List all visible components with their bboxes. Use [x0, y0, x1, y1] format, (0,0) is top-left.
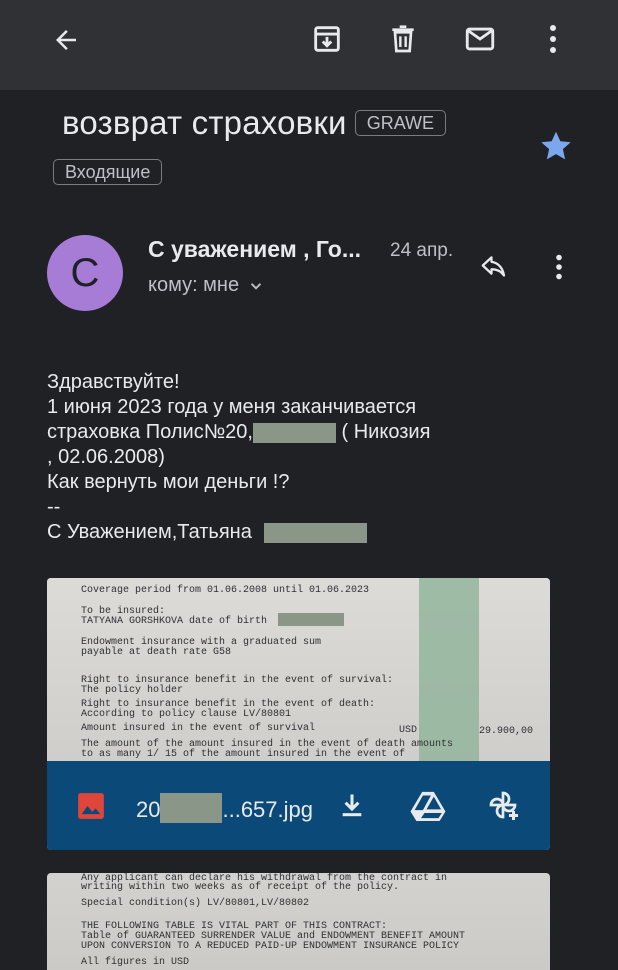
reply-button[interactable]: [474, 250, 514, 286]
download-icon: [342, 794, 362, 817]
star-button[interactable]: [538, 128, 574, 169]
arrow-back-icon: [56, 30, 76, 50]
archive-icon: [314, 26, 340, 52]
body-line: --: [47, 496, 61, 518]
doc-line: Amount insured in the event of survival: [81, 723, 316, 734]
email-date: 24 апр.: [390, 240, 454, 261]
photos-add-icon: [489, 791, 518, 820]
more-vert-icon: [556, 254, 562, 280]
sender-name[interactable]: С уважением , Го...: [148, 236, 380, 263]
back-button[interactable]: [46, 22, 86, 58]
email-subject: возврат страховки: [62, 104, 347, 141]
filename-part: 20: [136, 797, 161, 822]
label-chip-inbox[interactable]: Входящие: [53, 159, 163, 185]
sender-tag-chip[interactable]: GRAWE: [354, 110, 447, 136]
more-options-button[interactable]: [540, 20, 566, 58]
add-to-photos-button[interactable]: [484, 786, 522, 824]
doc-line: All figures in USD: [81, 957, 190, 968]
doc-line: USD: [399, 725, 418, 736]
star-icon: [541, 131, 571, 160]
doc-line: TATYANA GORSHKOVA date of birth: [81, 616, 268, 627]
attachment-card[interactable]: Coverage period from 01.06.2008 until 01…: [47, 578, 550, 850]
redaction-block: [278, 613, 344, 626]
more-vert-icon: [550, 25, 556, 53]
redaction-block: [160, 793, 223, 823]
sender-avatar[interactable]: C: [47, 235, 123, 311]
drive-icon: [410, 791, 446, 821]
doc-line: According to policy clause LV/80801: [81, 709, 292, 720]
attachment-preview-2[interactable]: Any applicant can declare his withdrawal…: [47, 873, 550, 970]
delete-button[interactable]: [384, 20, 422, 58]
subject-row: возврат страховки GRAWE: [62, 104, 447, 142]
image-icon: [78, 793, 104, 819]
app-bar: [0, 0, 618, 90]
reply-icon: [481, 256, 506, 277]
download-button[interactable]: [336, 788, 368, 822]
doc-line: Coverage period from 01.06.2008 until 01…: [81, 585, 370, 596]
redaction-block: [263, 522, 367, 543]
mark-unread-button[interactable]: [460, 20, 500, 58]
archive-button[interactable]: [308, 20, 346, 58]
doc-line: The policy holder: [81, 685, 184, 696]
attachment-filename[interactable]: 20 ...657.jpg: [136, 793, 313, 823]
attachment-bar: 20 ...657.jpg: [47, 761, 550, 850]
doc-line: writing within two weeks as of receipt o…: [81, 882, 400, 893]
doc-line: to as many 1/ 15 of the amount insured i…: [81, 749, 406, 760]
body-line: Как вернуть мои деньги !?: [47, 471, 290, 493]
save-to-drive-button[interactable]: [409, 788, 447, 822]
body-line-part: ( Никозия: [335, 421, 431, 443]
doc-line: UPON CONVERSION TO A REDUCED PAID-UP END…: [81, 941, 460, 952]
recipient-label: кому: мне: [148, 274, 240, 296]
body-line: 1 июня 2023 года у меня заканчивается: [47, 396, 417, 418]
mail-icon: [465, 27, 495, 51]
message-more-button[interactable]: [546, 252, 572, 282]
email-body: Здравствуйте! 1 июня 2023 года у меня за…: [47, 370, 430, 545]
body-line-part: С Уважением,Татьяна: [47, 521, 252, 543]
body-line-part: страховка Полис№20,: [47, 421, 253, 443]
doc-line: Special condition(s) LV/80801,LV/80802: [81, 898, 310, 909]
doc-line: payable at death rate G58: [81, 647, 232, 658]
trash-icon: [392, 25, 414, 53]
document-stripe: [419, 578, 479, 761]
attachment-preview[interactable]: Coverage period from 01.06.2008 until 01…: [47, 578, 550, 761]
body-line: С Уважением,Татьяна: [47, 520, 430, 545]
body-line: Здравствуйте!: [47, 371, 180, 393]
doc-line: 29.900,00: [479, 726, 534, 737]
body-line: страховка Полис№20, ( Никозия: [47, 420, 430, 445]
recipient-details-toggle[interactable]: кому: мне: [148, 274, 265, 297]
body-line: , 02.06.2008): [47, 446, 165, 468]
chevron-down-icon: [250, 282, 262, 290]
filename-part: ...657.jpg: [222, 797, 313, 822]
redaction-block: [252, 422, 336, 443]
